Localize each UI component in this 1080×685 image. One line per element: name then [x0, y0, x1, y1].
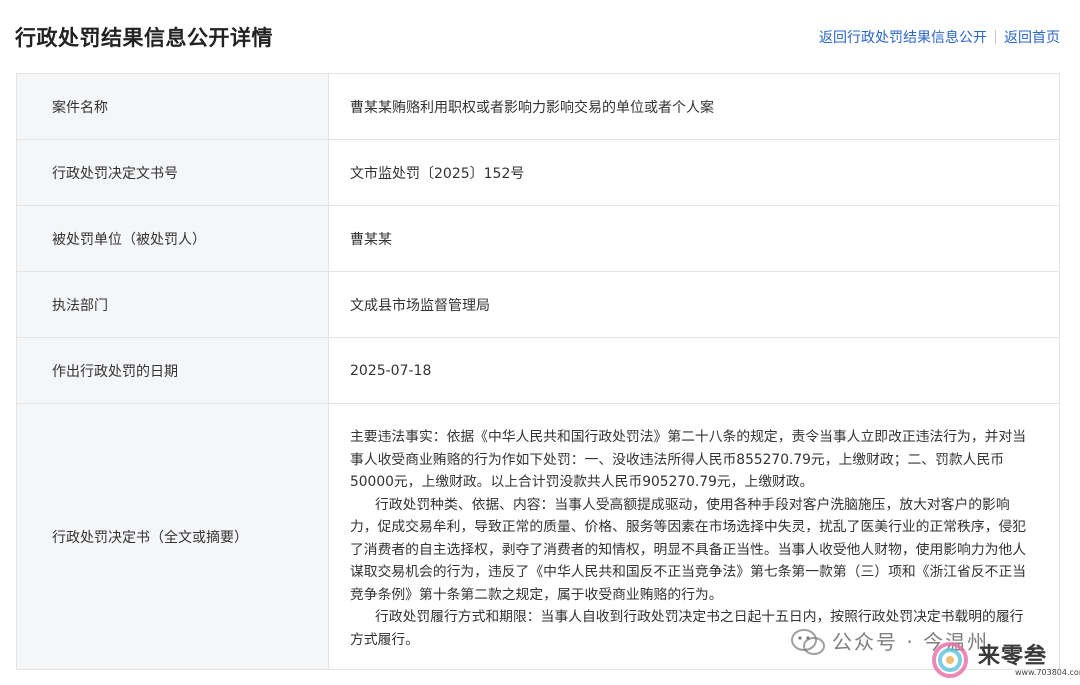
- table-row: 被处罚单位（被处罚人） 曹某某: [16, 205, 1060, 272]
- row-value: 文成县市场监督管理局: [328, 271, 1060, 338]
- table-row: 作出行政处罚的日期 2025-07-18: [16, 337, 1060, 404]
- row-value: 2025-07-18: [328, 337, 1060, 404]
- row-value: 文市监处罚〔2025〕152号: [328, 139, 1060, 206]
- decision-paragraph: 行政处罚种类、依据、内容：当事人受高额提成驱动，使用各种手段对客户洗脑施压，放大…: [350, 496, 1027, 603]
- table-row: 案件名称 曹某某贿赂利用职权或者影响力影响交易的单位或者个人案: [16, 73, 1060, 140]
- link-divider: [995, 30, 996, 44]
- row-label: 行政处罚决定文书号: [16, 139, 329, 206]
- row-value: 曹某某: [328, 205, 1060, 272]
- back-home-link[interactable]: 返回首页: [1004, 27, 1060, 47]
- row-label: 被处罚单位（被处罚人）: [16, 205, 329, 272]
- page-header: 行政处罚结果信息公开详情 返回行政处罚结果信息公开 返回首页: [0, 0, 1080, 70]
- page-title: 行政处罚结果信息公开详情: [15, 26, 273, 50]
- table-row: 行政处罚决定书（全文或摘要） 主要违法事实：依据《中华人民共和国行政处罚法》第二…: [16, 403, 1060, 670]
- decision-paragraph: 行政处罚履行方式和期限：当事人自收到行政处罚决定书之日起十五日内，按照行政处罚决…: [350, 609, 1024, 648]
- decision-paragraph: 主要违法事实：依据《中华人民共和国行政处罚法》第二十八条的规定，责令当事人立即改…: [350, 429, 1027, 490]
- decision-text: 主要违法事实：依据《中华人民共和国行政处罚法》第二十八条的规定，责令当事人立即改…: [328, 403, 1060, 670]
- table-row: 执法部门 文成县市场监督管理局: [16, 271, 1060, 338]
- row-label: 案件名称: [16, 73, 329, 140]
- row-label: 行政处罚决定书（全文或摘要）: [16, 403, 329, 670]
- row-label: 执法部门: [16, 271, 329, 338]
- row-value: 曹某某贿赂利用职权或者影响力影响交易的单位或者个人案: [328, 73, 1060, 140]
- back-to-list-link[interactable]: 返回行政处罚结果信息公开: [819, 27, 987, 47]
- row-label: 作出行政处罚的日期: [16, 337, 329, 404]
- penalty-detail-table: 案件名称 曹某某贿赂利用职权或者影响力影响交易的单位或者个人案 行政处罚决定文书…: [16, 73, 1060, 670]
- table-row: 行政处罚决定文书号 文市监处罚〔2025〕152号: [16, 139, 1060, 206]
- top-links: 返回行政处罚结果信息公开 返回首页: [819, 27, 1060, 47]
